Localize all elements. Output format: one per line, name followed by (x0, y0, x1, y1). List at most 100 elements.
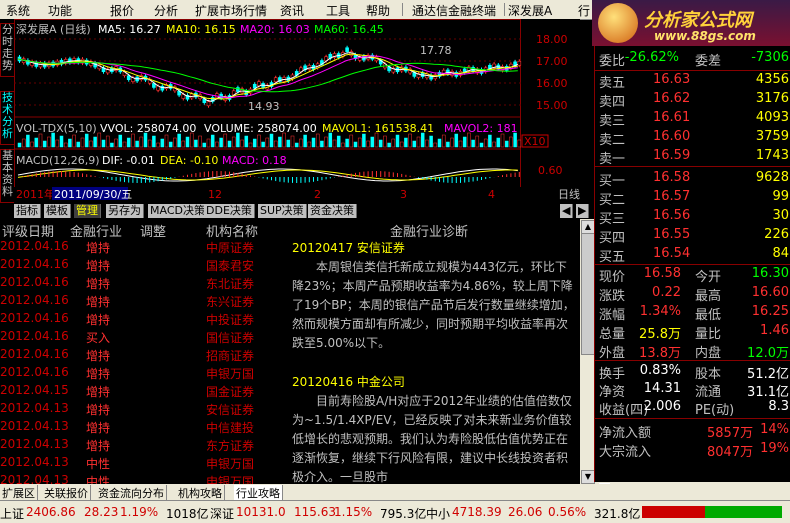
volume-bar (504, 140, 509, 148)
table-row[interactable]: 2012.04.13 中性 申银万国 (0, 455, 290, 473)
bid-row[interactable]: 买五 16.54 84 (595, 246, 790, 265)
menu-current-stock[interactable]: 深发展A (508, 2, 552, 19)
stat-value: 16.58 (643, 266, 681, 281)
volume-bar (147, 139, 152, 148)
tab-save-as[interactable]: 另存为 (106, 204, 144, 218)
table-row[interactable]: 2012.04.13 增持 东方证券 (0, 437, 290, 455)
volume-bar (59, 135, 64, 148)
row-rating: 增持 (86, 277, 111, 291)
volume-bar (345, 138, 349, 148)
menu-function[interactable]: 功能 (48, 2, 72, 19)
vtab-fundamental[interactable]: 基本资料 (0, 149, 15, 203)
ask-row[interactable]: 卖五 16.63 4356 (595, 72, 790, 91)
volume-bar (38, 133, 43, 148)
vtab-technical[interactable]: 技术分析 (0, 91, 15, 145)
menu-help[interactable]: 帮助 (366, 2, 390, 19)
candle-body (345, 47, 349, 53)
volume-bar (357, 137, 362, 148)
table-row[interactable]: 2012.04.16 增持 中原证券 (0, 239, 290, 257)
ask-row[interactable]: 卖四 16.62 3176 (595, 91, 790, 110)
row-date: 2012.04.16 (0, 239, 69, 253)
menu-quote[interactable]: 报价 (110, 2, 134, 19)
high-marker: 17.78 (420, 44, 452, 57)
sh-amount: 1018亿 (166, 507, 209, 521)
table-row[interactable]: 2012.04.15 增持 国金证券 (0, 383, 290, 401)
tab-sup-decision[interactable]: SUP决策 (258, 204, 307, 218)
stat-value: 13.8万 (639, 346, 681, 361)
bid-row[interactable]: 买一 16.58 9628 (595, 170, 790, 189)
tab-scroll-right-icon[interactable]: ▶ (576, 204, 590, 218)
volume-bar (294, 142, 299, 148)
ask-price: 16.62 (653, 91, 691, 106)
menu-news[interactable]: 资讯 (280, 2, 304, 19)
table-row[interactable]: 2012.04.16 增持 国泰君安 (0, 257, 290, 275)
volume-bar (475, 135, 480, 148)
btab-extension[interactable]: 扩展区 (0, 485, 38, 501)
bid-label: 买二 (599, 193, 626, 208)
volume-bar (177, 133, 181, 148)
volume-bar (244, 135, 249, 148)
tab-template[interactable]: 模板 (44, 204, 71, 218)
scroll-up-icon[interactable]: ▲ (581, 220, 595, 234)
scroll-thumb[interactable] (581, 233, 595, 355)
scroll-down-icon[interactable]: ▼ (581, 470, 595, 484)
menu-system[interactable]: 系统 (6, 2, 30, 19)
table-row[interactable]: 2012.04.16 增持 东兴证券 (0, 293, 290, 311)
tab-indicator[interactable]: 指标 (14, 204, 41, 218)
row-org: 中投证券 (206, 313, 255, 327)
tab-macd-decision[interactable]: MACD决策 (148, 204, 208, 218)
row-org: 国信证券 (206, 331, 255, 345)
stat-label: 外盘 (599, 346, 626, 361)
stat-value: 16.60 (751, 285, 789, 300)
tab-dde-decision[interactable]: DDE决策 (204, 204, 255, 218)
kline-chart[interactable]: 深发展A (日线) MA5: 16.27 MA10: 16.15 MA20: 1… (14, 19, 580, 206)
zx-label: 中小 (426, 507, 451, 521)
menu-more[interactable]: 行 (578, 2, 590, 19)
row-date: 2012.04.13 (0, 401, 69, 415)
table-row[interactable]: 2012.04.16 增持 东北证券 (0, 275, 290, 293)
table-row[interactable]: 2012.04.13 增持 安信证券 (0, 401, 290, 419)
stat-label: 量比 (695, 327, 722, 342)
table-row[interactable]: 2012.04.16 增持 招商证券 (0, 347, 290, 365)
menu-extended-market[interactable]: 扩展市场行情 (195, 2, 267, 19)
low-marker: 14.93 (248, 100, 280, 113)
row-org: 申银万国 (206, 367, 255, 381)
finance-value: 14.31 (643, 381, 681, 396)
volume-bar (320, 140, 324, 148)
menu-tools[interactable]: 工具 (326, 2, 350, 19)
table-row[interactable]: 2012.04.13 增持 中信建投 (0, 419, 290, 437)
table-row[interactable]: 2012.04.16 买入 国信证券 (0, 329, 290, 347)
mavol2-label: MAVOL2: 181 (444, 122, 518, 135)
volume-bar (156, 142, 160, 148)
diagnosis-scrollbar[interactable]: ▲ ▼ (580, 219, 595, 485)
period-label[interactable]: 日线 (558, 187, 580, 201)
bid-row[interactable]: 买二 16.57 99 (595, 189, 790, 208)
flow-label: 大宗流入 (599, 445, 652, 460)
bid-row[interactable]: 买三 16.56 30 (595, 208, 790, 227)
menu-analysis[interactable]: 分析 (154, 2, 178, 19)
row-rating: 增持 (86, 385, 111, 399)
finance-value: 0.83% (639, 363, 681, 378)
tab-fund-decision[interactable]: 资金决策 (308, 204, 357, 218)
btab-related-quote[interactable]: 关联报价 (42, 485, 91, 501)
volume-bar (68, 138, 72, 148)
volume-bar (387, 142, 391, 148)
btab-institution[interactable]: 机构攻略 (176, 485, 225, 501)
tab-manage[interactable]: 管理 (74, 204, 101, 218)
table-row[interactable]: 2012.04.16 增持 申银万国 (0, 365, 290, 383)
ask-row[interactable]: 卖一 16.59 1743 (595, 148, 790, 167)
ask-row[interactable]: 卖三 16.61 4093 (595, 110, 790, 129)
table-row[interactable]: 2012.04.16 增持 中投证券 (0, 311, 290, 329)
tab-scroll-left-icon[interactable]: ◀ (560, 204, 574, 218)
vtab-intraday[interactable]: 分时走势 (0, 23, 15, 77)
bid-price: 16.57 (653, 189, 691, 204)
btab-industry[interactable]: 行业攻略 (234, 485, 283, 501)
bid-price: 16.54 (653, 246, 691, 261)
ask-label: 卖一 (599, 152, 626, 167)
entrust-ratio-value: -26.62% (624, 50, 679, 65)
ask-row[interactable]: 卖二 16.60 3759 (595, 129, 790, 148)
btab-fund-flow[interactable]: 资金流向分布 (96, 485, 167, 501)
volume-bar (446, 141, 450, 148)
ask-label: 卖五 (599, 76, 626, 91)
bid-row[interactable]: 买四 16.55 226 (595, 227, 790, 246)
